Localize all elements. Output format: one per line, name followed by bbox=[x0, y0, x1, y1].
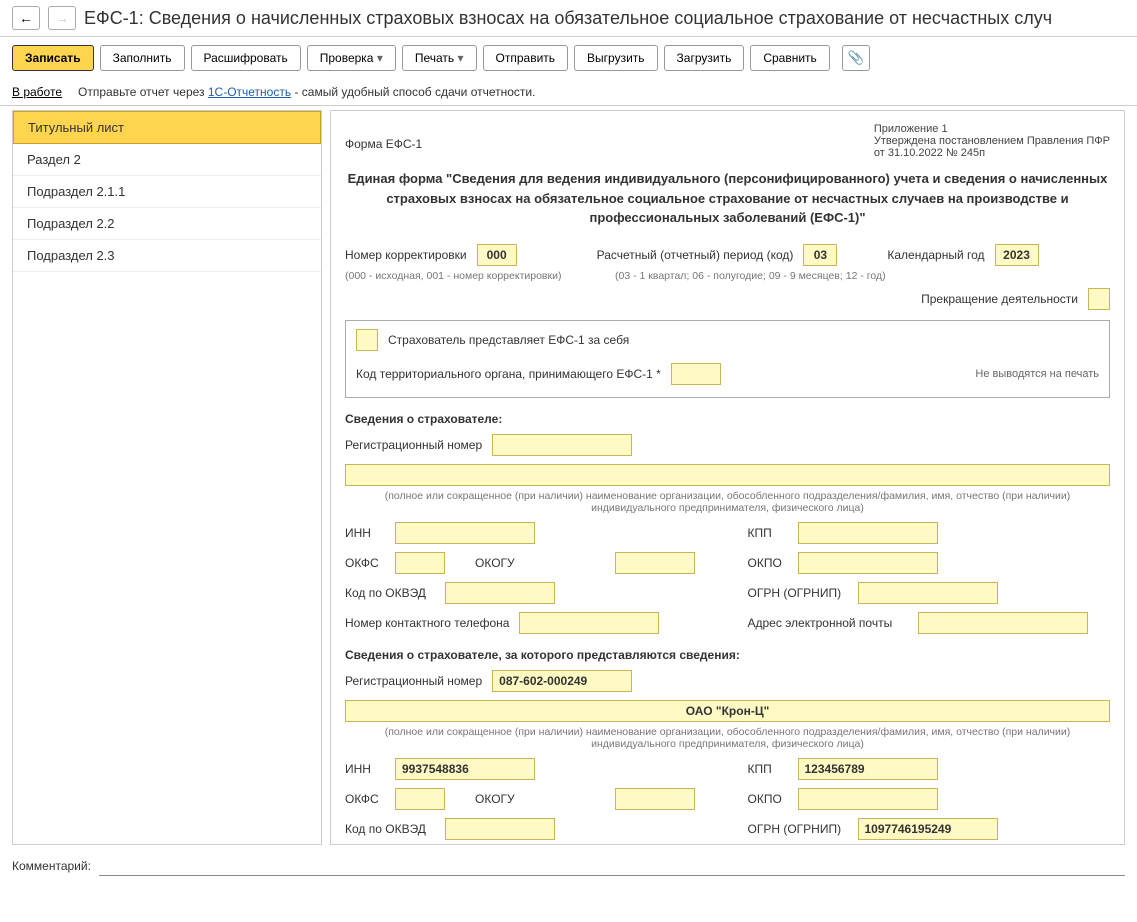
save-button[interactable]: Записать bbox=[12, 45, 94, 71]
status-label[interactable]: В работе bbox=[12, 85, 62, 99]
period-label: Расчетный (отчетный) период (код) bbox=[597, 248, 794, 262]
name1-field[interactable] bbox=[345, 464, 1110, 486]
okpo2-field[interactable] bbox=[798, 788, 938, 810]
form-main-title: Единая форма "Сведения для ведения индив… bbox=[345, 169, 1110, 228]
compare-button[interactable]: Сравнить bbox=[750, 45, 829, 71]
form-content: Форма ЕФС-1 Приложение 1 Утверждена пост… bbox=[330, 110, 1125, 845]
check-dropdown[interactable]: Проверка bbox=[307, 45, 396, 71]
year-field[interactable]: 2023 bbox=[995, 244, 1039, 266]
okfs2-field[interactable] bbox=[395, 788, 445, 810]
import-button[interactable]: Загрузить bbox=[664, 45, 745, 71]
attach-button[interactable]: 📎 bbox=[842, 45, 870, 71]
okved1-field[interactable] bbox=[445, 582, 555, 604]
email1-field[interactable] bbox=[918, 612, 1088, 634]
cease-label: Прекращение деятельности bbox=[921, 292, 1078, 306]
okpo1-field[interactable] bbox=[798, 552, 938, 574]
status-text: Отправьте отчет через 1С-Отчетность - са… bbox=[78, 85, 535, 99]
reg1-field[interactable] bbox=[492, 434, 632, 456]
okogu1-field[interactable] bbox=[615, 552, 695, 574]
correction-hint: (000 - исходная, 001 - номер корректиров… bbox=[345, 270, 585, 282]
comment-label: Комментарий: bbox=[12, 859, 91, 873]
nav-back-button[interactable]: ← bbox=[12, 6, 40, 30]
sidebar-item-section-2[interactable]: Раздел 2 bbox=[13, 144, 321, 176]
decode-button[interactable]: Расшифровать bbox=[191, 45, 301, 71]
sidebar-item-title-page[interactable]: Титульный лист bbox=[13, 111, 321, 144]
correction-label: Номер корректировки bbox=[345, 248, 467, 262]
name1-hint: (полное или сокращенное (при наличии) на… bbox=[345, 490, 1110, 514]
reg2-field[interactable]: 087-602-000249 bbox=[492, 670, 632, 692]
sidebar-item-subsection-2-2[interactable]: Подраздел 2.2 bbox=[13, 208, 321, 240]
inn1-field[interactable] bbox=[395, 522, 535, 544]
name2-hint: (полное или сокращенное (при наличии) на… bbox=[345, 726, 1110, 750]
phone1-field[interactable] bbox=[519, 612, 659, 634]
cease-checkbox[interactable] bbox=[1088, 288, 1110, 310]
okfs1-field[interactable] bbox=[395, 552, 445, 574]
terr-label: Код территориального органа, принимающег… bbox=[356, 367, 661, 381]
paperclip-icon: 📎 bbox=[847, 50, 864, 66]
appendix-info: Приложение 1 Утверждена постановлением П… bbox=[874, 123, 1110, 159]
page-title: ЕФС-1: Сведения о начисленных страховых … bbox=[84, 8, 1052, 29]
reporting-link[interactable]: 1С-Отчетность bbox=[208, 85, 291, 99]
ogrn1-field[interactable] bbox=[858, 582, 998, 604]
insurer2-title: Сведения о страхователе, за которого пре… bbox=[345, 648, 1110, 662]
sidebar-item-subsection-2-1-1[interactable]: Подраздел 2.1.1 bbox=[13, 176, 321, 208]
reg1-label: Регистрационный номер bbox=[345, 438, 482, 452]
reg2-label: Регистрационный номер bbox=[345, 674, 482, 688]
name2-field[interactable]: ОАО "Крон-Ц" bbox=[345, 700, 1110, 722]
inn2-field[interactable]: 9937548836 bbox=[395, 758, 535, 780]
period-hint: (03 - 1 квартал; 06 - полугодие; 09 - 9 … bbox=[615, 270, 886, 282]
terr-field[interactable] bbox=[671, 363, 721, 385]
export-button[interactable]: Выгрузить bbox=[574, 45, 658, 71]
sidebar-item-subsection-2-3[interactable]: Подраздел 2.3 bbox=[13, 240, 321, 272]
fill-button[interactable]: Заполнить bbox=[100, 45, 185, 71]
print-dropdown[interactable]: Печать bbox=[402, 45, 477, 71]
correction-field[interactable]: 000 bbox=[477, 244, 517, 266]
ogrn2-field[interactable]: 1097746195249 bbox=[858, 818, 998, 840]
period-field[interactable]: 03 bbox=[803, 244, 837, 266]
kpp2-field[interactable]: 123456789 bbox=[798, 758, 938, 780]
send-button[interactable]: Отправить bbox=[483, 45, 569, 71]
no-print-1: Не выводятся на печать bbox=[975, 368, 1099, 380]
okved2-field[interactable] bbox=[445, 818, 555, 840]
self-represent-box: Страхователь представляет ЕФС-1 за себя … bbox=[345, 320, 1110, 398]
comment-input[interactable] bbox=[99, 855, 1125, 876]
year-label: Календарный год bbox=[887, 248, 984, 262]
form-name: Форма ЕФС-1 bbox=[345, 137, 422, 151]
sidebar: Титульный лист Раздел 2 Подраздел 2.1.1 … bbox=[12, 110, 322, 845]
kpp1-field[interactable] bbox=[798, 522, 938, 544]
self-label: Страхователь представляет ЕФС-1 за себя bbox=[388, 333, 629, 347]
okogu2-field[interactable] bbox=[615, 788, 695, 810]
insurer1-title: Сведения о страхователе: bbox=[345, 412, 1110, 426]
nav-forward-button[interactable]: → bbox=[48, 6, 76, 30]
self-checkbox[interactable] bbox=[356, 329, 378, 351]
